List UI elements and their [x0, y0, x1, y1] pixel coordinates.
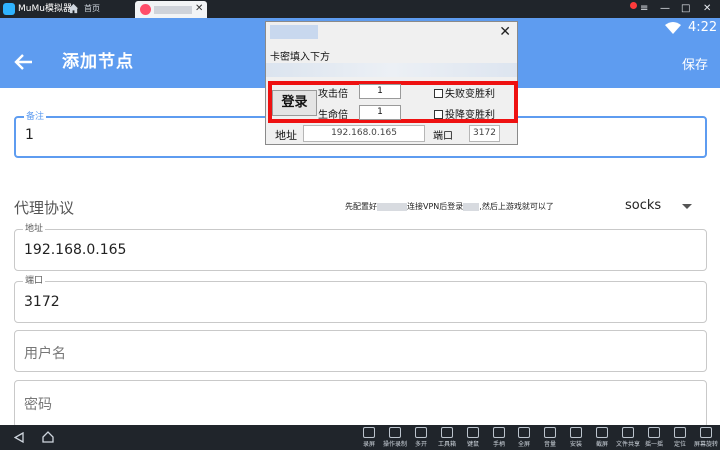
- address-label: 地址: [23, 223, 46, 235]
- login-button[interactable]: 登录: [272, 90, 317, 116]
- attack-multiplier-label: 攻击倍: [318, 89, 348, 100]
- record-icon: [363, 427, 375, 438]
- nav-back-icon[interactable]: [14, 432, 24, 443]
- mumu-logo-icon: [3, 3, 15, 15]
- attack-multiplier-input[interactable]: 1: [359, 84, 401, 99]
- location-icon: [674, 427, 686, 438]
- checkbox-icon[interactable]: [434, 110, 443, 119]
- app-tab[interactable]: ✕: [135, 1, 207, 18]
- home-icon[interactable]: [68, 3, 79, 14]
- notice-prefix: 先配置好: [345, 202, 377, 211]
- save-button[interactable]: 保存: [682, 54, 708, 73]
- username-field[interactable]: 用户名: [14, 330, 707, 372]
- life-multiplier-label: 生命倍: [318, 110, 348, 121]
- folder-icon: [622, 427, 634, 438]
- cheat-dialog: ✕ 卡密填入下方 登录 攻击倍 1 生命倍 1 失败变胜利 投降变胜利 地址 1…: [265, 21, 518, 145]
- home-tab-label[interactable]: 首页: [84, 2, 100, 16]
- lose-to-win-checkbox[interactable]: 失败变胜利: [434, 85, 495, 100]
- notification-badge: [630, 2, 637, 9]
- shake-icon: [648, 427, 660, 438]
- gamepad-icon: [493, 427, 505, 438]
- protocol-label: 代理协议: [14, 199, 75, 217]
- app-tab-icon: [140, 4, 151, 15]
- tab-close-icon[interactable]: ✕: [195, 2, 203, 16]
- multi-instance-icon: [415, 427, 427, 438]
- wifi-icon: [665, 22, 681, 34]
- surrender-to-win-label: 投降变胜利: [445, 110, 495, 121]
- page-title: 添加节点: [62, 52, 134, 72]
- lose-to-win-label: 失败变胜利: [445, 89, 495, 100]
- notice-middle: 连接VPN后登录: [407, 202, 464, 211]
- window-close-icon[interactable]: ✕: [703, 1, 711, 17]
- surrender-to-win-checkbox[interactable]: 投降变胜利: [434, 106, 495, 121]
- volume-icon: [544, 427, 556, 438]
- notice-redacted: [377, 202, 407, 211]
- password-placeholder: 密码: [24, 397, 52, 413]
- notice-redacted: [463, 202, 480, 211]
- toolbar-label: 屏幕旋转: [693, 441, 718, 448]
- dialog-address-label: 地址: [275, 129, 297, 142]
- screenshot-icon: [596, 427, 608, 438]
- dialog-port-label: 端口: [433, 131, 453, 142]
- life-multiplier-input[interactable]: 1: [359, 105, 401, 120]
- maximize-icon[interactable]: □: [681, 1, 690, 17]
- dialog-title-redacted: [270, 25, 318, 39]
- emulator-title: MuMu模拟器: [18, 4, 72, 14]
- minimize-icon[interactable]: —: [660, 1, 670, 17]
- protocol-select[interactable]: socks: [625, 198, 661, 213]
- address-field[interactable]: 地址 192.168.0.165: [14, 223, 707, 271]
- emulator-bottom-bar: 录屏 操作录制 多开 工具箱 键鼠 手柄 全屏 音量 安装 截屏 文件共享 摇一摇 定位 屏幕旋转: [0, 425, 720, 450]
- install-icon: [570, 427, 582, 438]
- password-field[interactable]: 密码: [14, 380, 707, 428]
- fullscreen-icon: [518, 427, 530, 438]
- keyboard-icon: [467, 427, 479, 438]
- setup-notice: 先配置好 连接VPN后登录 ,然后上游戏就可以了: [345, 201, 554, 212]
- nav-home-icon[interactable]: [42, 431, 54, 443]
- back-arrow-icon[interactable]: [14, 53, 34, 71]
- notice-suffix: ,然后上游戏就可以了: [479, 202, 554, 211]
- card-key-input-redacted[interactable]: [266, 63, 517, 77]
- dialog-close-icon[interactable]: ✕: [499, 23, 511, 41]
- dialog-address-input[interactable]: 192.168.0.165: [303, 125, 425, 142]
- emulator-title-bar: MuMu模拟器 首页 ✕ ≡ — □ ✕: [0, 0, 720, 18]
- toolbox-icon: [441, 427, 453, 438]
- username-placeholder: 用户名: [24, 346, 66, 362]
- remark-value: 1: [25, 127, 34, 143]
- checkbox-icon[interactable]: [434, 89, 443, 98]
- rotate-icon: [700, 427, 712, 438]
- dialog-port-input[interactable]: 3172: [469, 125, 500, 142]
- menu-icon[interactable]: ≡: [640, 1, 648, 17]
- remark-label: 备注: [24, 111, 47, 123]
- app-tab-title-redacted: [154, 6, 192, 14]
- toolbar-rotate-button[interactable]: 屏幕旋转: [692, 426, 720, 450]
- address-value: 192.168.0.165: [24, 242, 127, 258]
- port-field[interactable]: 端口 3172: [14, 275, 707, 323]
- port-value: 3172: [24, 294, 60, 310]
- dropdown-caret-icon[interactable]: [682, 204, 692, 209]
- status-clock: 4:22: [688, 20, 718, 35]
- port-label: 端口: [23, 275, 46, 287]
- dialog-tip: 卡密填入下方: [270, 52, 330, 63]
- macro-icon: [389, 427, 401, 438]
